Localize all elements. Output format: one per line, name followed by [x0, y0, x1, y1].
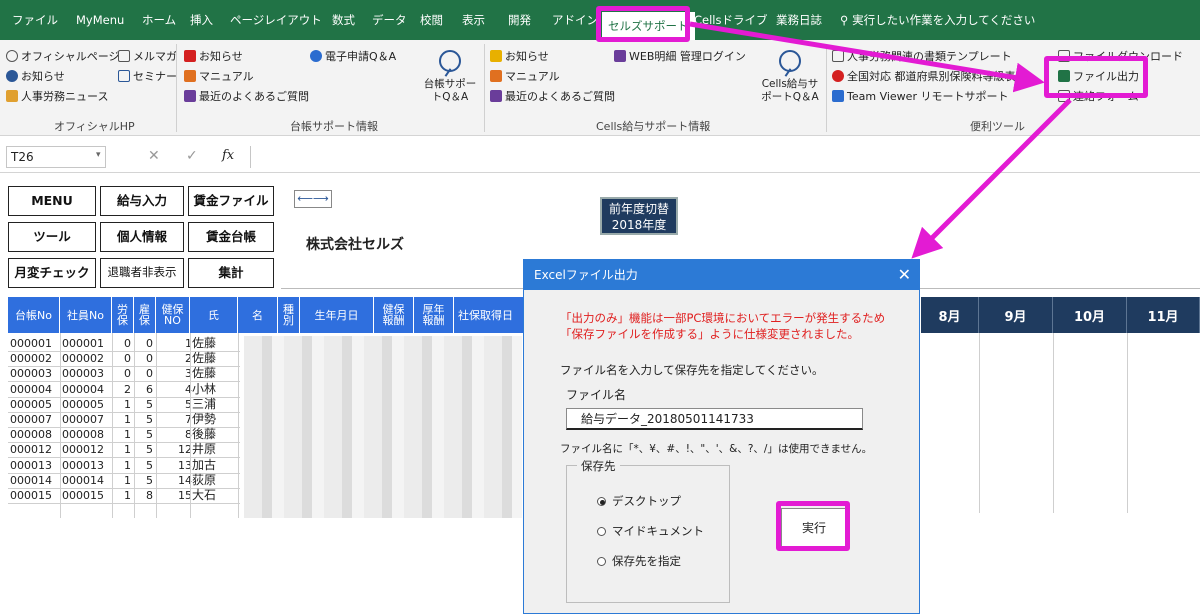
arrow-to-dialog — [911, 98, 1072, 259]
annotation-arrows — [689, 21, 1072, 259]
arrow-to-file-output — [689, 21, 1045, 93]
